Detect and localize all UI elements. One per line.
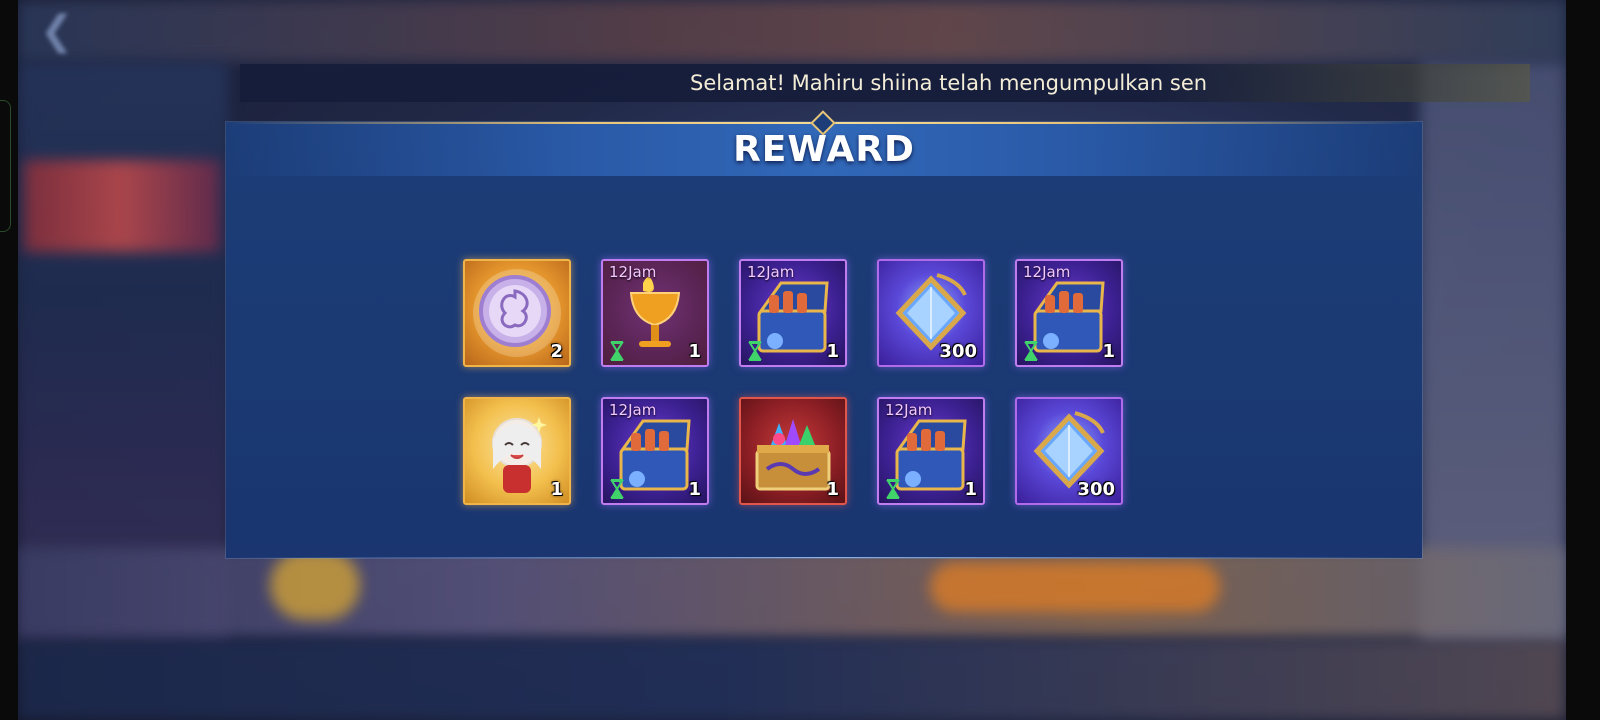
side-handle [0,100,11,232]
reward-item-blue-crystal-ticket[interactable]: 300 [1015,397,1123,505]
game-screen: ❮ Selamat! Mahiru shiina telah mengumpul… [0,0,1600,720]
reward-item-chibi-character-sticker[interactable]: 1 [463,397,571,505]
item-quantity: 1 [550,479,563,500]
duration-label: 12Jam [609,263,657,281]
hourglass-icon [1023,341,1039,361]
reward-item-gem-treasure-chest[interactable]: 1 [739,397,847,505]
duration-label: 12Jam [747,263,795,281]
screen-right-edge [1566,0,1600,720]
item-quantity: 1 [964,479,977,500]
reward-item-potion-chest[interactable]: 12Jam 1 [739,259,847,367]
item-quantity: 1 [826,341,839,362]
reward-item-potion-chest[interactable]: 12Jam 1 [601,397,709,505]
hourglass-icon [747,341,763,361]
item-quantity: 1 [688,341,701,362]
background-top-bar [18,0,1566,62]
item-quantity: 300 [1077,479,1115,500]
background-bottom-area [18,548,1566,638]
item-quantity: 1 [1102,341,1115,362]
announcement-text: Selamat! Mahiru shiina telah mengumpulka… [690,71,1208,95]
duration-label: 12Jam [885,401,933,419]
reward-item-golden-goblet-potion[interactable]: 12Jam 1 [601,259,709,367]
item-quantity: 1 [826,479,839,500]
duration-label: 12Jam [609,401,657,419]
hourglass-icon [609,479,625,499]
background-event-card [24,160,220,252]
screen-left-edge [0,0,18,720]
background-nav-bar [18,640,1566,720]
hourglass-icon [885,479,901,499]
back-arrow-icon: ❮ [40,8,74,54]
background-gold-icon [270,550,360,620]
reward-item-blue-crystal-ticket[interactable]: 300 [877,259,985,367]
reward-item-rose-emblem-coin[interactable]: 2 [463,259,571,367]
hourglass-icon [609,341,625,361]
reward-item-potion-chest[interactable]: 12Jam 1 [877,397,985,505]
item-quantity: 1 [688,479,701,500]
announcement-marquee: Selamat! Mahiru shiina telah mengumpulka… [240,64,1530,102]
reward-item-potion-chest[interactable]: 12Jam 1 [1015,259,1123,367]
duration-label: 12Jam [1023,263,1071,281]
reward-title: REWARD [733,129,915,170]
item-quantity: 300 [939,341,977,362]
item-quantity: 2 [550,341,563,362]
background-orange-button [930,562,1220,612]
